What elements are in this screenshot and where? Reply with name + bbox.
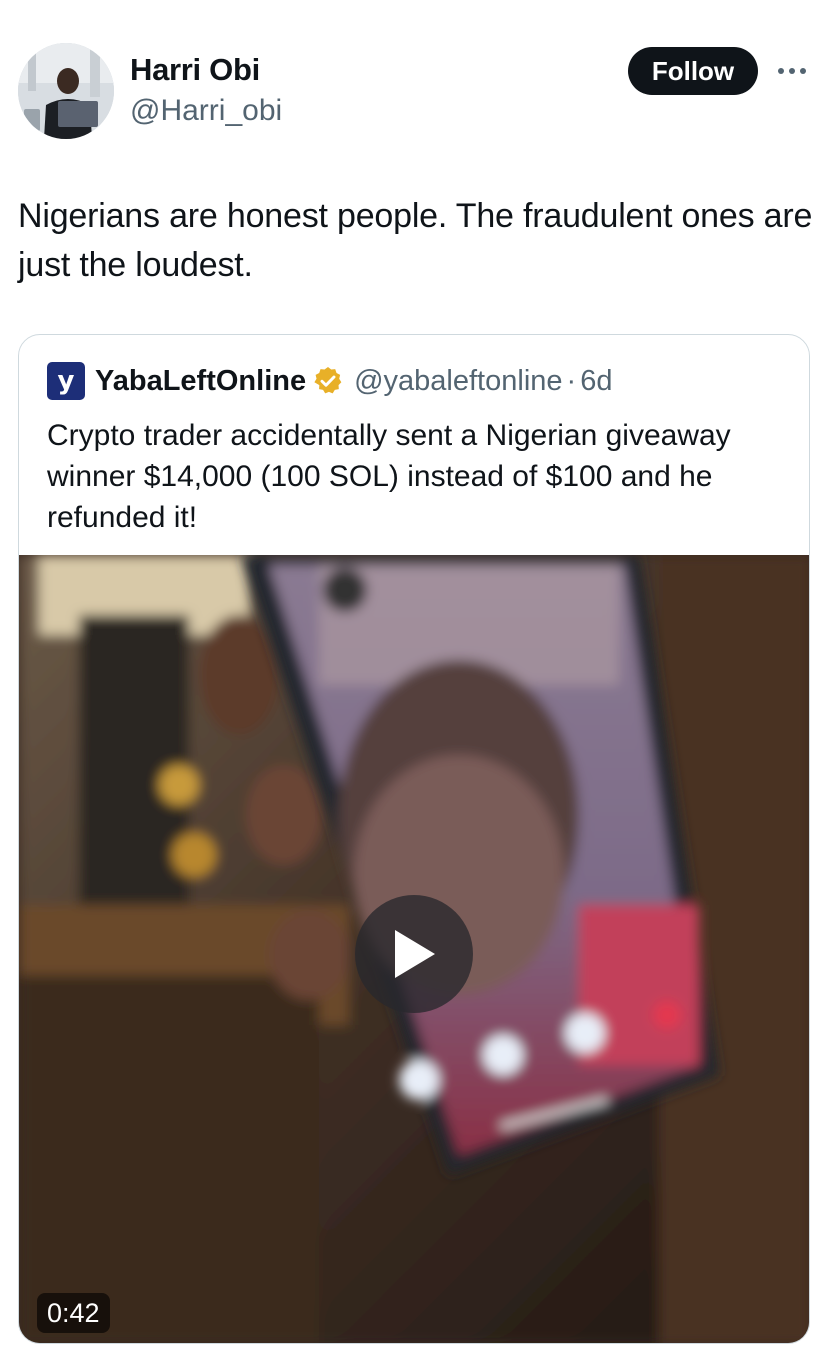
separator-dot: · bbox=[566, 364, 577, 397]
avatar-photo bbox=[18, 43, 114, 139]
quoted-tweet-card[interactable]: y YabaLeftOnline @yabaleftonline · 6d Cr… bbox=[18, 334, 810, 1344]
quoted-author-handle[interactable]: @yabaleftonline bbox=[354, 365, 562, 398]
verified-badge-icon bbox=[314, 367, 342, 394]
more-dots-icon bbox=[778, 68, 806, 74]
more-options-button[interactable] bbox=[776, 58, 808, 84]
play-button[interactable] bbox=[355, 895, 473, 1013]
author-name[interactable]: Harri Obi bbox=[130, 52, 260, 88]
quoted-author-name[interactable]: YabaLeftOnline bbox=[95, 365, 306, 398]
follow-button[interactable]: Follow bbox=[628, 47, 758, 95]
quoted-tweet-time[interactable]: 6d bbox=[580, 365, 612, 398]
video-player[interactable]: 0:42 bbox=[19, 555, 809, 1343]
play-icon bbox=[395, 930, 435, 978]
author-avatar[interactable] bbox=[18, 43, 114, 139]
video-duration-badge: 0:42 bbox=[37, 1293, 110, 1333]
quoted-tweet-header: y YabaLeftOnline @yabaleftonline · 6d bbox=[47, 361, 612, 401]
quoted-tweet-text: Crypto trader accidentally sent a Nigeri… bbox=[47, 419, 731, 534]
author-handle[interactable]: @Harri_obi bbox=[130, 94, 282, 128]
tweet-text: Nigerians are honest people. The fraudul… bbox=[18, 197, 813, 284]
quoted-author-logo[interactable]: y bbox=[47, 362, 85, 400]
